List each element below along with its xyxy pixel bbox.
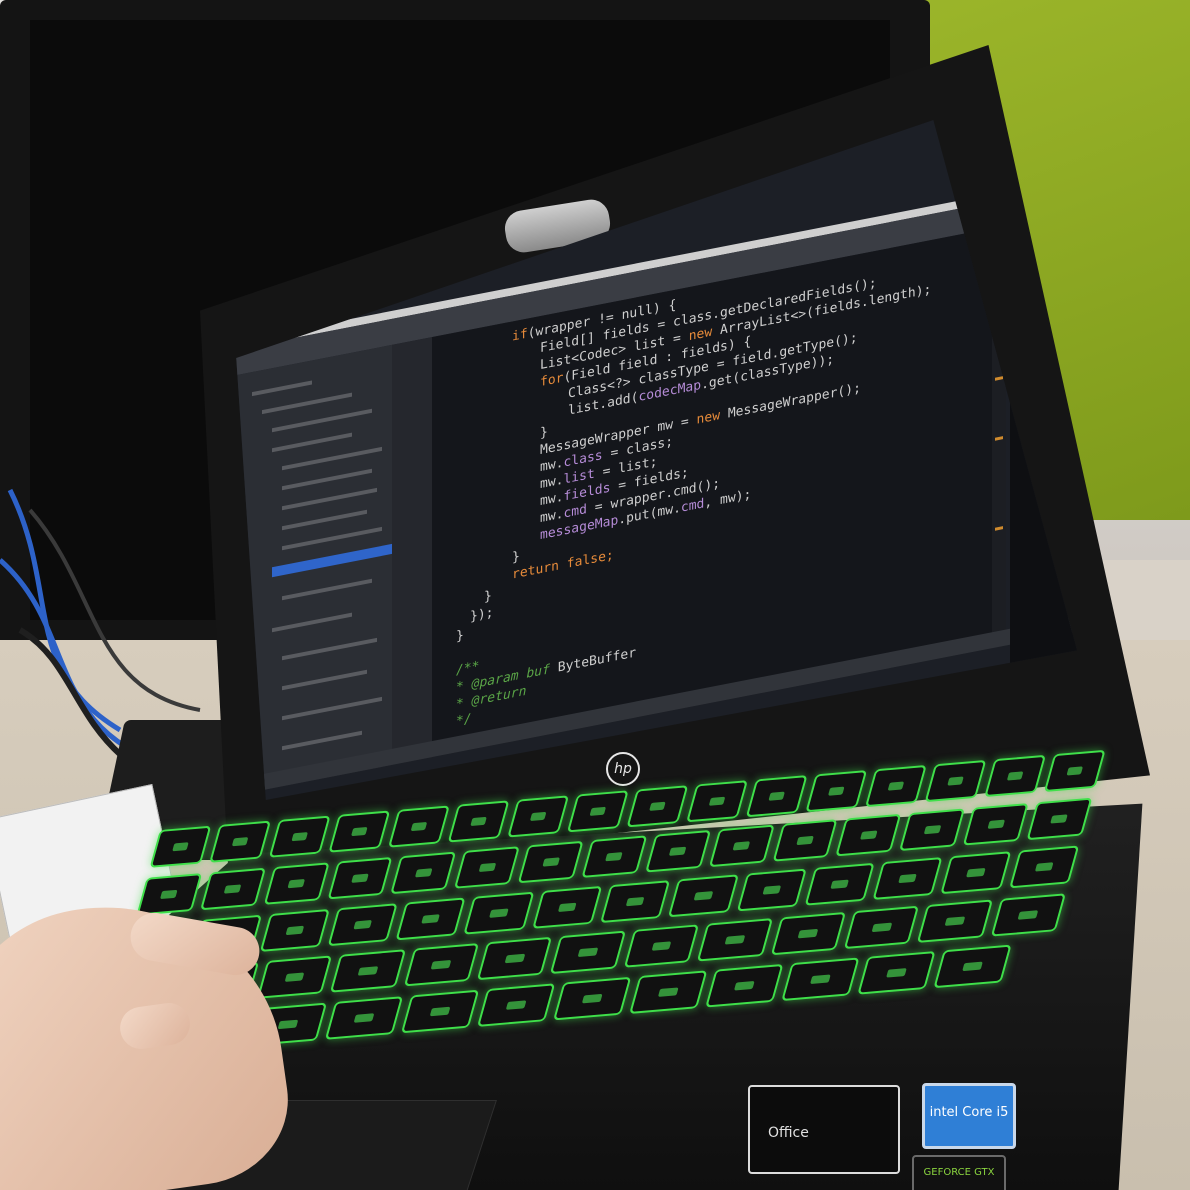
keyboard-key xyxy=(843,905,920,950)
keyboard-key xyxy=(517,840,584,884)
tree-item xyxy=(282,730,362,751)
keyboard-key xyxy=(984,754,1047,798)
intel-sticker: intel Core i5 xyxy=(922,1083,1016,1149)
tree-item xyxy=(262,392,352,415)
keyboard-key xyxy=(263,862,330,905)
keyboard-key xyxy=(328,810,391,853)
tree-item xyxy=(282,509,367,531)
keyboard-key xyxy=(805,770,868,813)
keyboard-key xyxy=(917,899,993,943)
keyboard-key xyxy=(668,874,739,918)
keyboard-key xyxy=(531,885,603,929)
keyboard-key xyxy=(566,790,629,833)
office-sticker: Office xyxy=(748,1085,900,1174)
keyboard-key xyxy=(463,891,535,935)
keyboard-key xyxy=(629,970,708,1014)
keyboard-key xyxy=(736,868,807,912)
keyboard-key xyxy=(645,829,711,873)
tree-item xyxy=(282,696,382,721)
keyboard-key xyxy=(395,897,466,941)
keyboard-key xyxy=(259,909,330,952)
tree-item xyxy=(282,468,372,491)
tree-item xyxy=(252,380,312,397)
keyboard-key xyxy=(447,800,510,843)
keyboard-key xyxy=(476,983,556,1027)
keyboard-key xyxy=(330,949,406,993)
keyboard-key xyxy=(327,903,398,947)
keyboard-key xyxy=(933,944,1012,989)
tree-item xyxy=(282,526,382,551)
keyboard-key xyxy=(962,803,1029,846)
line-number-gutter xyxy=(392,337,432,765)
keyboard-key xyxy=(199,867,266,911)
keyboard-key xyxy=(327,856,393,900)
keyboard-key xyxy=(454,846,521,889)
photo-scene: if(wrapper != null) {Field[] fields = cl… xyxy=(0,0,1190,1190)
keyboard-key xyxy=(256,955,333,999)
keyboard-key xyxy=(705,963,784,1008)
keyboard-key xyxy=(581,835,648,878)
keyboard-key xyxy=(553,976,632,1021)
keyboard-key xyxy=(1008,845,1080,889)
keyboard-key xyxy=(835,813,902,857)
keyboard-key xyxy=(872,857,943,900)
keyboard-key xyxy=(136,873,203,916)
keyboard-key xyxy=(623,924,700,968)
keyboard-key xyxy=(388,805,450,848)
keyboard-key xyxy=(864,764,927,808)
tree-item xyxy=(282,487,377,511)
keyboard-key xyxy=(804,862,875,906)
tree-item xyxy=(272,408,372,433)
keyboard-key xyxy=(686,780,748,823)
tree-item xyxy=(282,637,377,661)
keyboard-key xyxy=(149,825,212,868)
keyboard-key xyxy=(772,819,839,862)
tree-item xyxy=(282,578,372,601)
keyboard-key xyxy=(268,815,331,858)
keyboard-key xyxy=(403,943,480,987)
keyboard-key xyxy=(770,911,846,956)
keyboard-key xyxy=(324,996,404,1040)
keyboard-key xyxy=(899,808,966,851)
keyboard-key xyxy=(708,824,775,868)
keyboard-key xyxy=(209,820,272,863)
tree-item xyxy=(272,432,352,453)
tree-item xyxy=(282,446,382,471)
keyboard-key xyxy=(781,957,860,1002)
keyboard-key xyxy=(626,785,689,828)
keyboard-key xyxy=(696,918,773,962)
keyboard-key xyxy=(600,880,671,924)
keyboard-key xyxy=(400,989,480,1034)
keyboard-key xyxy=(924,759,987,803)
keyboard-key xyxy=(476,936,553,981)
keyboard-key xyxy=(940,851,1012,895)
tree-item xyxy=(282,669,367,691)
keyboard-key xyxy=(745,775,808,818)
keyboard-key xyxy=(550,930,626,974)
office-sticker-label: Office xyxy=(768,1125,809,1141)
keyboard-key xyxy=(507,795,570,838)
keyboard-key xyxy=(390,851,457,895)
tree-item xyxy=(272,612,352,633)
hp-logo: hp xyxy=(606,752,640,786)
gpu-sticker: GEFORCE GTX xyxy=(912,1155,1006,1190)
keyboard-key xyxy=(990,893,1067,937)
keyboard-key xyxy=(857,951,936,995)
